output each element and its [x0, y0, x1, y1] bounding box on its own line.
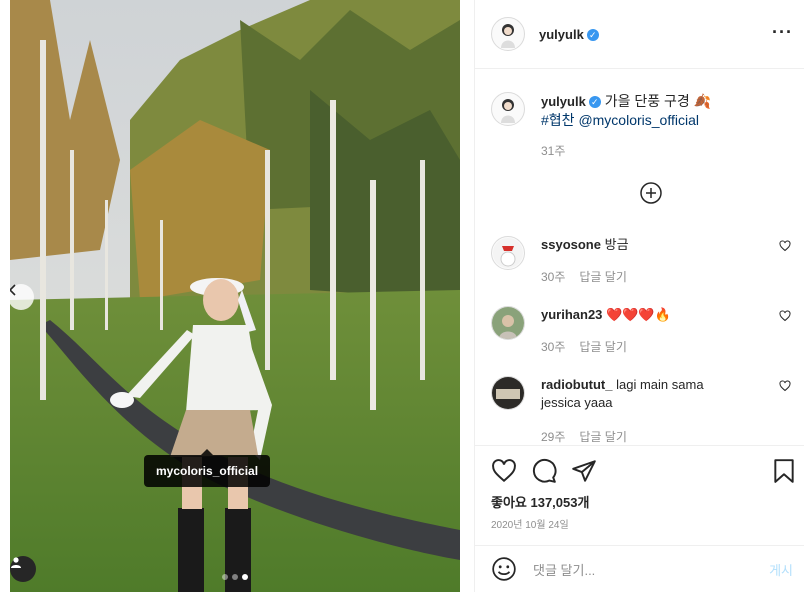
- comment-body: radiobutut_ lagi main sama jessica yaaa: [541, 376, 731, 412]
- comment-meta: 30주 답글 달기: [541, 338, 641, 355]
- bookmark-icon[interactable]: [771, 458, 797, 484]
- comment-item: yurihan23 ❤️❤️❤️🔥 30주 답글 달기: [491, 306, 791, 366]
- load-more-comments-button[interactable]: [640, 182, 662, 204]
- comment-item: radiobutut_ lagi main sama jessica yaaa …: [491, 376, 791, 444]
- comment-input[interactable]: [531, 558, 745, 582]
- plus-circle-icon: [640, 182, 662, 204]
- caption-username[interactable]: yulyulk: [541, 94, 586, 109]
- instagram-post-view: mycoloris_official yulyulk ✓ ··· yulyulk…: [0, 0, 804, 592]
- post-sidebar: yulyulk ✓ ··· yulyulk ✓ 가을 단풍 구경 🍂 #협찬 @my…: [474, 0, 804, 592]
- reply-button[interactable]: 답글 달기: [579, 270, 627, 284]
- product-tag[interactable]: mycoloris_official: [144, 449, 271, 487]
- like-count[interactable]: 좋아요 137,053개: [491, 492, 589, 511]
- author-name-row: yulyulk ✓: [539, 26, 599, 44]
- emoji-icon[interactable]: [491, 556, 517, 582]
- chevron-left-icon: [10, 284, 16, 296]
- heart-icon[interactable]: [491, 458, 517, 484]
- comment-avatar[interactable]: [491, 236, 525, 270]
- carousel-dot-active: [242, 574, 248, 580]
- heart-icon[interactable]: [779, 380, 791, 392]
- comment-text: 방금: [604, 237, 629, 252]
- verified-badge-icon: ✓: [588, 96, 601, 109]
- avatar-illustration: [493, 238, 523, 268]
- caption-body: yulyulk ✓ 가을 단풍 구경 🍂 #협찬 @mycoloris_offic…: [541, 92, 711, 161]
- carousel-dot: [232, 574, 238, 580]
- comment-meta: 30주 답글 달기: [541, 268, 641, 285]
- photo-illustration: [10, 0, 460, 592]
- comment-text: ❤️❤️❤️🔥: [606, 307, 671, 322]
- heart-icon[interactable]: [779, 310, 791, 322]
- comment-icon[interactable]: [531, 458, 557, 484]
- share-icon[interactable]: [571, 458, 597, 484]
- reply-button[interactable]: 답글 달기: [579, 430, 627, 444]
- caption-hashtag[interactable]: #협찬: [541, 112, 575, 128]
- caption-text: 가을 단풍 구경 🍂: [604, 93, 712, 109]
- post-comment-button[interactable]: 게시: [769, 560, 793, 579]
- caption-mention[interactable]: @mycoloris_official: [578, 112, 699, 128]
- comment-avatar[interactable]: [491, 376, 525, 410]
- avatar-illustration: [492, 377, 524, 409]
- comment-time: 30주: [541, 270, 566, 284]
- post-actions: 좋아요 137,053개 2020년 10월 24일: [475, 445, 804, 546]
- author-avatar[interactable]: [491, 17, 525, 51]
- more-horizontal-icon: ···: [772, 22, 793, 42]
- post-photo[interactable]: mycoloris_official: [10, 0, 460, 592]
- user-icon: [11, 557, 21, 568]
- avatar-illustration: [501, 24, 515, 48]
- post-date[interactable]: 2020년 10월 24일: [491, 516, 569, 531]
- caption-avatar[interactable]: [491, 92, 525, 126]
- tagged-users-button[interactable]: [10, 556, 36, 582]
- comment-time: 30주: [541, 340, 566, 354]
- comment-body: ssyosone 방금: [541, 236, 731, 254]
- avatar-illustration: [501, 99, 515, 123]
- carousel-indicator: [222, 574, 248, 580]
- avatar-illustration: [492, 307, 524, 339]
- comment-avatar[interactable]: [491, 306, 525, 340]
- comment-item: ssyosone 방금 30주 답글 달기: [491, 236, 791, 296]
- comment-meta: 29주 답글 달기: [541, 428, 641, 445]
- comment-time: 29주: [541, 430, 566, 444]
- comment-body: yurihan23 ❤️❤️❤️🔥: [541, 306, 731, 324]
- reply-button[interactable]: 답글 달기: [579, 340, 627, 354]
- comment-username[interactable]: yurihan23: [541, 307, 602, 322]
- comment-composer: 게시: [475, 545, 804, 593]
- more-options-button[interactable]: ···: [772, 22, 793, 43]
- comment-username[interactable]: radiobutut_: [541, 377, 613, 392]
- verified-badge-icon: ✓: [586, 28, 599, 41]
- carousel-dot: [222, 574, 228, 580]
- author-username[interactable]: yulyulk: [539, 27, 584, 42]
- comment-username[interactable]: ssyosone: [541, 237, 601, 252]
- heart-icon[interactable]: [779, 240, 791, 252]
- caption-timestamp: 31주: [541, 144, 566, 158]
- post-header: yulyulk ✓ ···: [475, 0, 804, 69]
